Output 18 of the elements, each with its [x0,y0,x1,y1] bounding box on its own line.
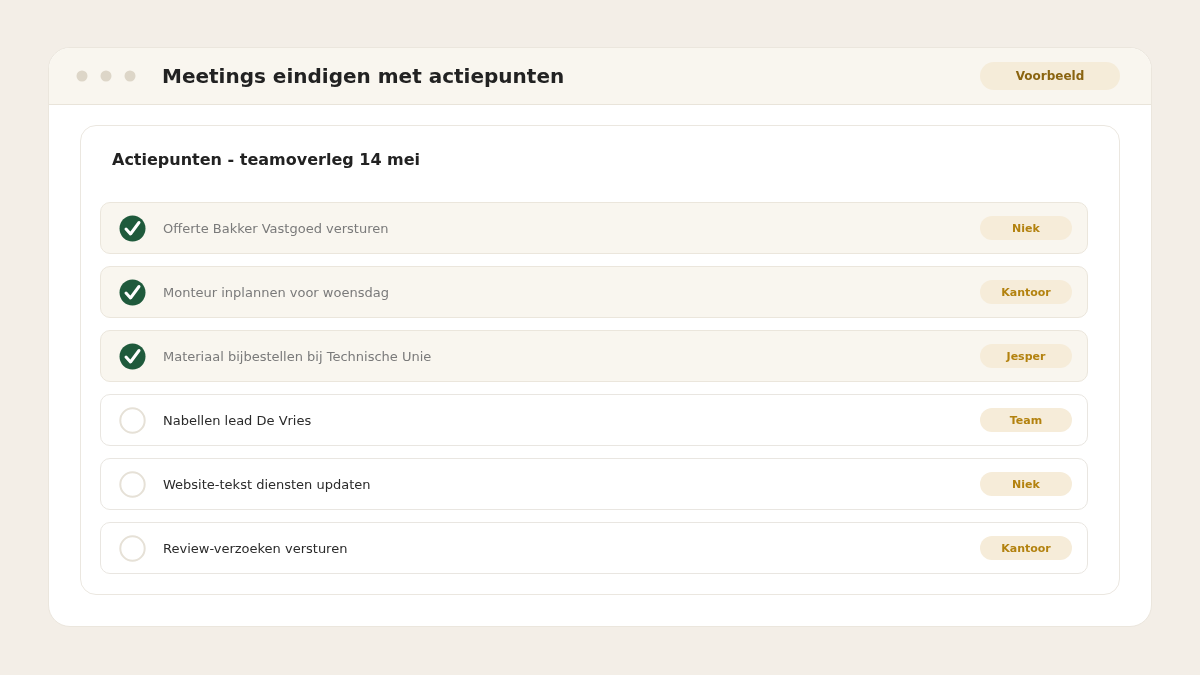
example-badge: Voorbeeld [980,62,1120,90]
window-title: Meetings eindigen met actiepunten [162,64,566,88]
assignee-tag: Jesper [980,344,1072,368]
action-item-text: Website-tekst diensten updaten [163,476,372,492]
action-item-text: Monteur inplannen voor woensdag [163,284,390,300]
card-title: Actiepunten - teamoverleg 14 mei [112,149,422,171]
assignee-tag: Niek [980,472,1072,496]
action-item-text: Offerte Bakker Vastgoed versturen [163,220,390,236]
action-item-text: Review-verzoeken versturen [163,540,349,556]
assignee-tag: Kantoor [980,536,1072,560]
assignee-tag: Team [980,408,1072,432]
assignee-tag: Kantoor [980,280,1072,304]
checked-circle-icon[interactable] [119,214,146,242]
action-item-text: Materiaal bijbestellen bij Technische Unie [163,348,433,364]
action-item-text: Nabellen lead De Vries [163,412,313,428]
assignee-tag: Niek [980,216,1072,240]
checked-circle-icon[interactable] [119,278,146,306]
checked-circle-icon[interactable] [119,342,146,370]
